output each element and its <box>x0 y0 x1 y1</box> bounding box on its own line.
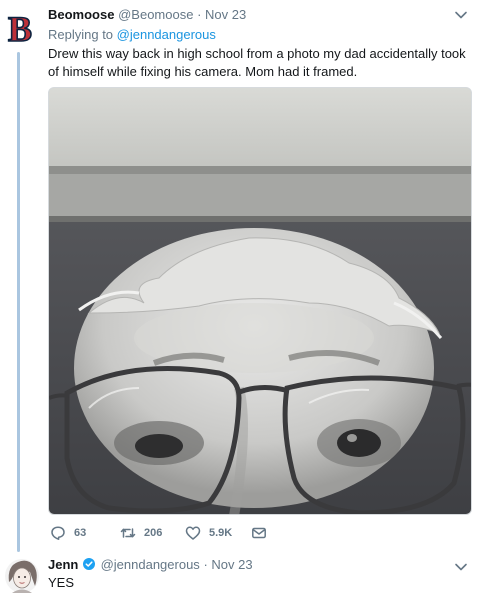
separator-dot: · <box>197 7 202 22</box>
like-icon <box>185 526 201 540</box>
chevron-down-icon[interactable] <box>454 560 468 574</box>
retweet-icon <box>120 528 136 538</box>
tweet-text: YES <box>48 575 75 590</box>
retweet-button[interactable]: 206 <box>120 522 162 544</box>
reply-button[interactable]: 63 <box>50 522 86 544</box>
tweet-text: Drew this way back in high school from a… <box>48 46 466 79</box>
tweet-header: Jenn @jenndangerous · Nov 23 <box>48 556 470 574</box>
tweet-jenn[interactable]: Jenn @jenndangerous · Nov 23 YES <box>0 548 480 599</box>
reply-icon <box>51 526 65 540</box>
tweet-photo-pencil-drawing[interactable] <box>48 87 472 515</box>
replying-to-mention-link[interactable]: @jenndangerous <box>117 27 216 42</box>
retweet-count: 206 <box>144 527 163 539</box>
display-name[interactable]: Beomoose <box>48 7 114 22</box>
reply-count: 63 <box>74 527 87 539</box>
like-count: 5.9K <box>209 527 233 539</box>
verified-badge-icon <box>82 558 95 570</box>
tweet-header: Beomoose @Beomoose · Nov 23 <box>48 6 470 24</box>
like-button[interactable]: 5.9K <box>185 522 232 544</box>
red-sox-b-logo-avatar[interactable]: B <box>5 8 35 48</box>
jenn-avatar[interactable] <box>4 556 40 596</box>
tweet-beomoose[interactable]: B Beomoose @Beomoose · Nov 23 Replying t… <box>0 0 480 552</box>
separator-dot: · <box>203 557 208 572</box>
replying-to-prefix: Replying to <box>48 27 117 42</box>
direct-message-button[interactable] <box>251 522 275 544</box>
svg-text:B: B <box>8 9 32 48</box>
replying-to: Replying to @jenndangerous <box>48 27 216 43</box>
tweet-date[interactable]: Nov 23 <box>205 7 246 22</box>
thread-connector-line <box>17 52 20 552</box>
tweet-actions: 63 206 5.9K <box>48 522 348 544</box>
user-handle[interactable]: @jenndangerous <box>101 557 200 572</box>
pencil-drawing-image <box>49 88 471 514</box>
display-name[interactable]: Jenn <box>48 557 78 572</box>
user-handle[interactable]: @Beomoose <box>118 7 193 22</box>
tweet-date[interactable]: Nov 23 <box>211 557 252 572</box>
direct-message-icon <box>252 527 266 539</box>
chevron-down-icon[interactable] <box>454 8 468 22</box>
